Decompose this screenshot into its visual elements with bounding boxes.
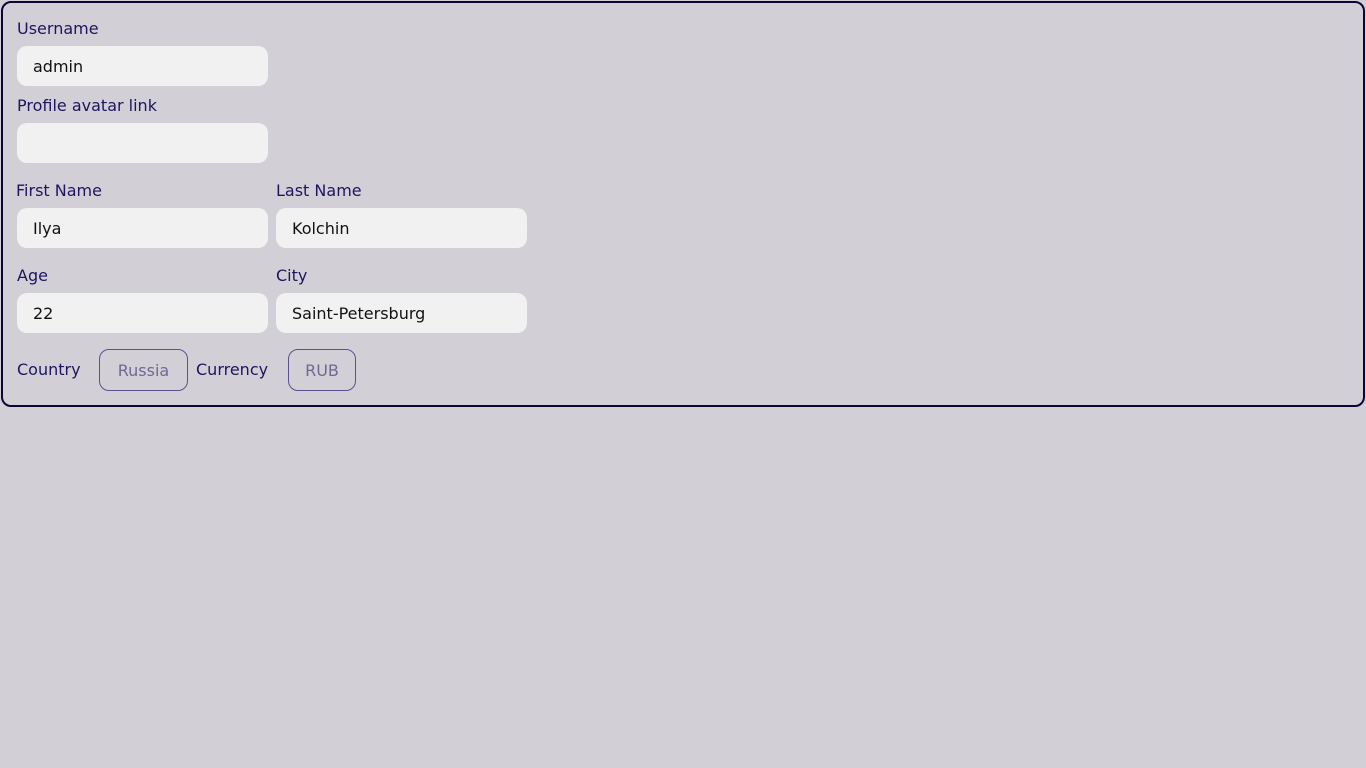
avatar-link-input[interactable] [17, 123, 268, 163]
city-input[interactable] [276, 293, 527, 333]
currency-label: Currency [196, 360, 269, 379]
profile-form-card: Username Profile avatar link First Name … [1, 1, 1365, 407]
currency-selected-value: RUB [305, 360, 339, 380]
first-name-label: First Name [16, 181, 102, 200]
currency-select[interactable]: RUB [288, 349, 356, 391]
age-input[interactable] [17, 293, 268, 333]
username-label: Username [17, 19, 99, 38]
avatar-link-label: Profile avatar link [17, 96, 157, 115]
country-selected-value: Russia [117, 360, 170, 380]
last-name-input[interactable] [276, 208, 527, 248]
last-name-label: Last Name [276, 181, 362, 200]
country-select[interactable]: Russia [99, 349, 188, 391]
username-input[interactable] [17, 46, 268, 86]
country-label: Country [17, 360, 81, 379]
city-label: City [276, 266, 308, 285]
first-name-input[interactable] [17, 208, 268, 248]
age-label: Age [17, 266, 48, 285]
